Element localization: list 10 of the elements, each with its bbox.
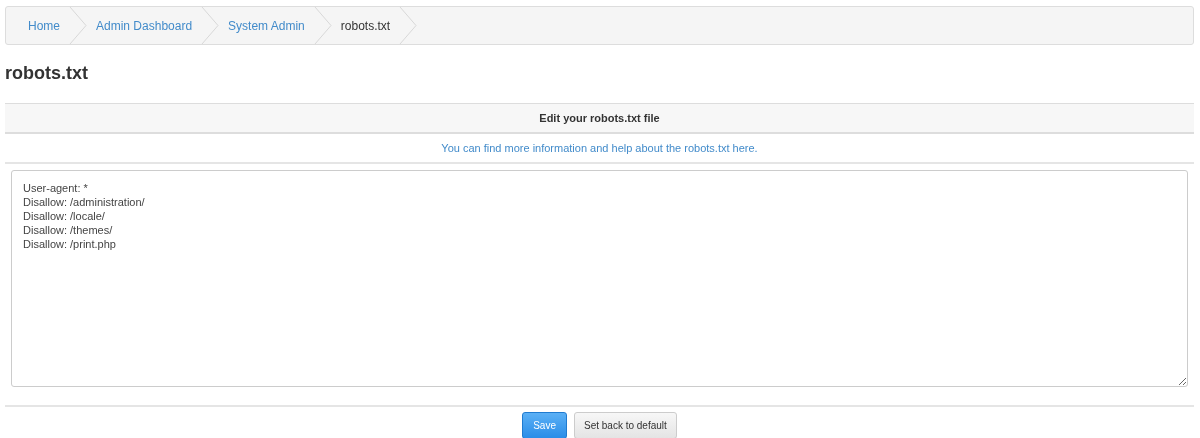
breadcrumb-link[interactable]: Home [20,7,68,44]
breadcrumb-current: robots.txt [339,17,392,35]
breadcrumb-link[interactable]: Admin Dashboard [88,7,201,44]
breadcrumb-link[interactable]: System Admin [220,7,313,44]
page-title: robots.txt [5,63,89,85]
text-editor[interactable]: User-agent: * Disallow: /administration/ Disallow: /locale/ Disallow: /themes/ Disallow: /print.php [11,170,1188,388]
panel-heading: Edit your robots.txt file [5,102,1194,135]
help-link[interactable]: You can find more information and help about the robots.txt here. [441,142,758,155]
save-button[interactable]: Save [522,412,567,438]
reset-button[interactable]: Set back to default [573,412,677,438]
